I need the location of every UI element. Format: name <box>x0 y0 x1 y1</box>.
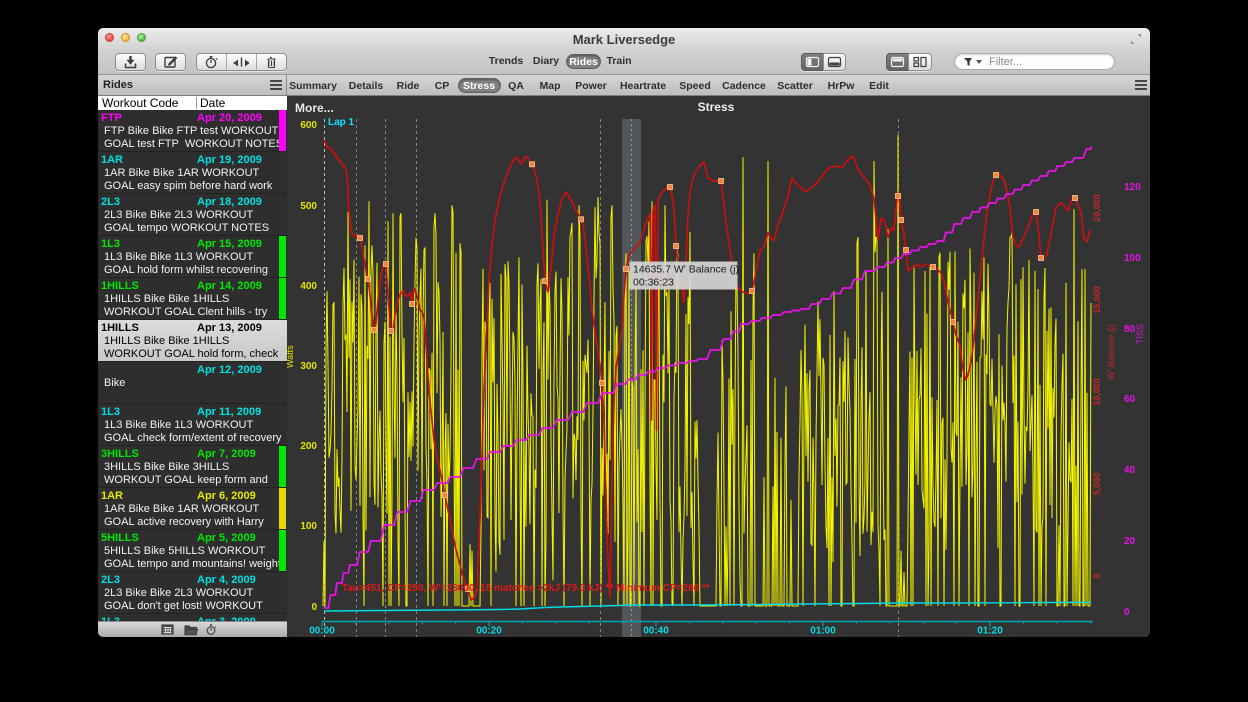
svg-text:0: 0 <box>1092 573 1102 578</box>
svg-text:500: 500 <box>300 201 317 212</box>
svg-text:5,000: 5,000 <box>1092 473 1102 496</box>
svg-text:Tau=451, CP=280, W'=23000, 18: Tau=451, CP=280, W'=23000, 18 matches >2… <box>342 583 710 594</box>
svg-text:TISS: TISS <box>1135 324 1145 344</box>
svg-text:400: 400 <box>300 281 317 292</box>
svg-text:00:20: 00:20 <box>476 626 502 637</box>
svg-text:Stress: Stress <box>698 100 735 114</box>
svg-text:120: 120 <box>1124 182 1141 193</box>
svg-text:60: 60 <box>1124 394 1136 405</box>
svg-text:15,000: 15,000 <box>1092 286 1102 314</box>
svg-text:More...: More... <box>295 101 334 115</box>
svg-text:W' Balance (j): W' Balance (j) <box>1106 324 1116 380</box>
svg-text:100: 100 <box>300 521 317 532</box>
svg-text:00:40: 00:40 <box>643 626 669 637</box>
svg-text:600: 600 <box>300 120 317 131</box>
svg-text:40: 40 <box>1124 465 1136 476</box>
svg-text:300: 300 <box>300 361 317 372</box>
svg-text:0: 0 <box>311 602 317 613</box>
svg-text:10,000: 10,000 <box>1092 378 1102 406</box>
svg-text:01:20: 01:20 <box>977 626 1003 637</box>
svg-text:00:00: 00:00 <box>309 626 335 637</box>
svg-text:14635.7 W' Balance (j): 14635.7 W' Balance (j) <box>633 264 739 276</box>
svg-text:Lap 1: Lap 1 <box>328 117 355 128</box>
svg-text:00:36:23: 00:36:23 <box>633 277 674 289</box>
svg-text:0: 0 <box>1124 607 1130 618</box>
svg-text:200: 200 <box>300 441 317 452</box>
svg-text:100: 100 <box>1124 253 1141 264</box>
svg-text:20,000: 20,000 <box>1092 194 1102 222</box>
svg-text:80: 80 <box>1124 324 1136 335</box>
svg-text:Watts: Watts <box>287 345 295 368</box>
svg-text:01:00: 01:00 <box>810 626 836 637</box>
svg-text:20: 20 <box>1124 536 1136 547</box>
